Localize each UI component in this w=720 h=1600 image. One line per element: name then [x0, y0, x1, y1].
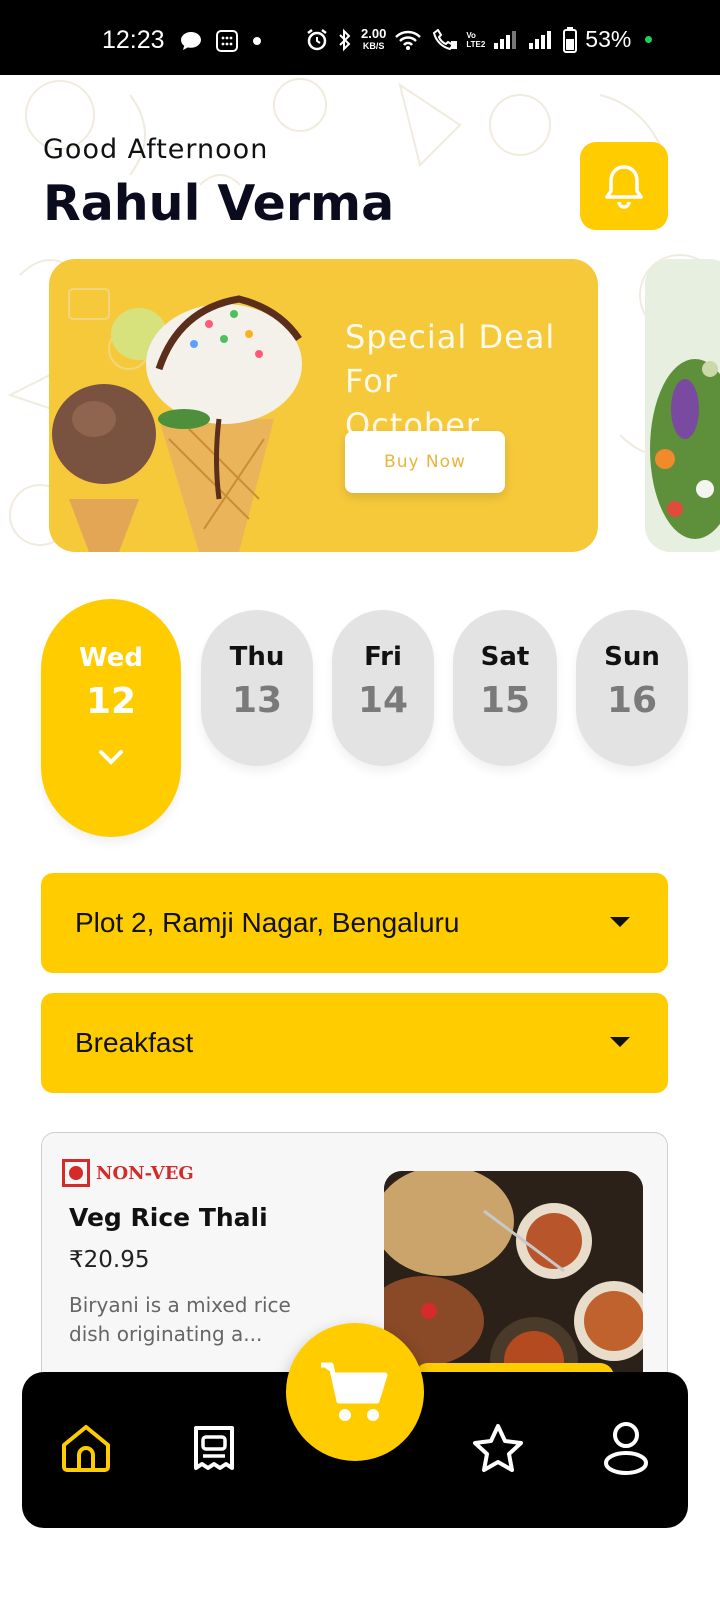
net-speed: 2.00 KB/S	[361, 25, 387, 51]
day-pill-sat[interactable]: Sat 15	[453, 610, 557, 766]
food-name: Veg Rice Thali	[69, 1203, 268, 1232]
next-banner-peek[interactable]	[645, 259, 720, 552]
nav-orders[interactable]	[184, 1418, 244, 1478]
non-veg-label: NON-VEG	[96, 1162, 194, 1184]
day-name: Sun	[604, 642, 660, 672]
status-bar: 12:23 2.00 KB/S Vo LTE2 53%	[0, 0, 720, 75]
notifications-button[interactable]	[580, 142, 668, 230]
day-name: Wed	[79, 643, 143, 673]
chevron-down-icon	[99, 750, 123, 765]
promo-banner[interactable]: Special Deal For October Buy Now	[49, 259, 598, 552]
day-pill-thu[interactable]: Thu 13	[201, 610, 313, 766]
notification-icons	[180, 30, 262, 52]
user-name: Rahul Verma	[43, 175, 395, 232]
bell-icon	[605, 165, 643, 209]
day-pill-fri[interactable]: Fri 14	[332, 610, 434, 766]
meal-dropdown[interactable]: Breakfast	[41, 993, 668, 1093]
day-number: 15	[479, 680, 531, 721]
nav-profile[interactable]	[596, 1418, 656, 1478]
home-icon	[62, 1425, 110, 1472]
wifi-icon	[395, 30, 422, 50]
signal-icon-2	[529, 30, 552, 49]
day-number: 16	[606, 680, 658, 721]
non-veg-badge: NON-VEG	[62, 1159, 194, 1187]
dot-icon	[253, 37, 261, 45]
battery-percent: 53%	[585, 26, 632, 52]
food-description: Biryani is a mixed rice dish originating…	[69, 1293, 291, 1346]
volte-indicator: Vo LTE2	[466, 30, 486, 49]
ice-cream-image	[52, 288, 302, 552]
status-time: 12:23	[102, 26, 165, 54]
day-name: Sat	[480, 642, 530, 672]
location-value: Plot 2, Ramji Nagar, Bengaluru	[75, 907, 460, 938]
cart-icon	[321, 1362, 388, 1421]
star-icon	[473, 1424, 523, 1472]
system-icons: 2.00 KB/S Vo LTE2 53%	[305, 25, 653, 53]
greeting-text: Good Afternoon	[43, 134, 269, 165]
cart-button[interactable]	[286, 1323, 424, 1461]
day-number: 14	[357, 680, 409, 721]
nav-home[interactable]	[56, 1418, 116, 1478]
nav-favorites[interactable]	[468, 1418, 528, 1478]
meal-value: Breakfast	[75, 1027, 194, 1058]
orders-icon	[194, 1426, 234, 1470]
battery-icon	[563, 26, 578, 53]
bluetooth-icon	[339, 28, 351, 51]
day-name: Fri	[364, 642, 402, 672]
day-number: 12	[85, 681, 137, 722]
app-grid-icon	[216, 30, 238, 52]
caret-down-icon	[610, 1037, 630, 1047]
alarm-icon	[307, 28, 327, 50]
day-pill-sun[interactable]: Sun 16	[576, 610, 688, 766]
day-pill-wed[interactable]: Wed 12	[41, 599, 181, 837]
chat-icon	[181, 32, 201, 50]
location-dropdown[interactable]: Plot 2, Ramji Nagar, Bengaluru	[41, 873, 668, 973]
caret-down-icon	[610, 917, 630, 927]
food-price: ₹20.95	[69, 1247, 150, 1273]
privacy-dot	[645, 36, 653, 43]
day-name: Thu	[229, 642, 285, 672]
profile-icon	[604, 1422, 648, 1475]
banner-title: Special Deal For October	[345, 318, 556, 444]
buy-now-button[interactable]: Buy Now	[345, 431, 505, 493]
wifi-calling-icon	[433, 28, 458, 50]
day-number: 13	[231, 680, 283, 721]
non-veg-icon	[62, 1159, 90, 1187]
salad-image	[645, 259, 720, 552]
signal-icon-1	[494, 30, 517, 49]
